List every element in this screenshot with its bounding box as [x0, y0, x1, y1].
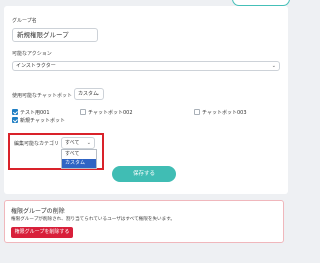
category-select-value: すべて: [65, 140, 80, 146]
action-select[interactable]: インストラクター ⌄: [12, 61, 280, 71]
delete-group-section: 権限グループの削除 権限グループが削除され、割り当てられているユーザはすべて権限…: [4, 200, 284, 243]
save-button[interactable]: 保存する: [112, 166, 176, 182]
category-option-all[interactable]: すべて: [62, 150, 96, 159]
chatbot-usage-label: 使用可能なチャットボット: [12, 93, 72, 99]
category-select[interactable]: すべて ⌄: [61, 137, 95, 149]
delete-section-title: 権限グループの削除: [11, 208, 65, 215]
chatbot-checkbox-3[interactable]: [194, 109, 200, 115]
category-dropdown: すべて カスタム: [61, 149, 97, 169]
chatbot-checkbox-1[interactable]: [12, 109, 18, 115]
chatbot-checkbox-label-2: チャットボット002: [88, 110, 133, 116]
chatbot-usage-mode-select[interactable]: カスタム ⌄: [74, 88, 104, 100]
action-label: 可能なアクション: [12, 51, 52, 57]
group-name-label: グループ名: [12, 18, 37, 24]
delete-section-description: 権限グループが削除され、割り当てられているユーザはすべて権限を失います。: [11, 217, 175, 222]
chevron-down-icon: ⌄: [95, 91, 100, 97]
group-name-input[interactable]: 新規権限グループ: [12, 28, 98, 42]
chatbot-checkbox-label-4: 新規チャットボット: [20, 118, 65, 124]
action-select-value: インストラクター: [16, 63, 56, 69]
chatbot-checkbox-label-3: チャットボット003: [202, 110, 247, 116]
chatbot-checkbox-2[interactable]: [80, 109, 86, 115]
category-option-custom[interactable]: カスタム: [62, 159, 96, 168]
delete-group-button[interactable]: 権限グループを削除する: [11, 227, 73, 238]
chevron-down-icon: ⌄: [86, 140, 91, 146]
chevron-down-icon: ⌄: [271, 63, 276, 69]
chatbot-checkbox-4[interactable]: [12, 117, 18, 123]
chatbot-checkbox-label-1: テスト用001: [20, 110, 50, 116]
category-label: 編集可能なカテゴリ: [14, 141, 60, 147]
